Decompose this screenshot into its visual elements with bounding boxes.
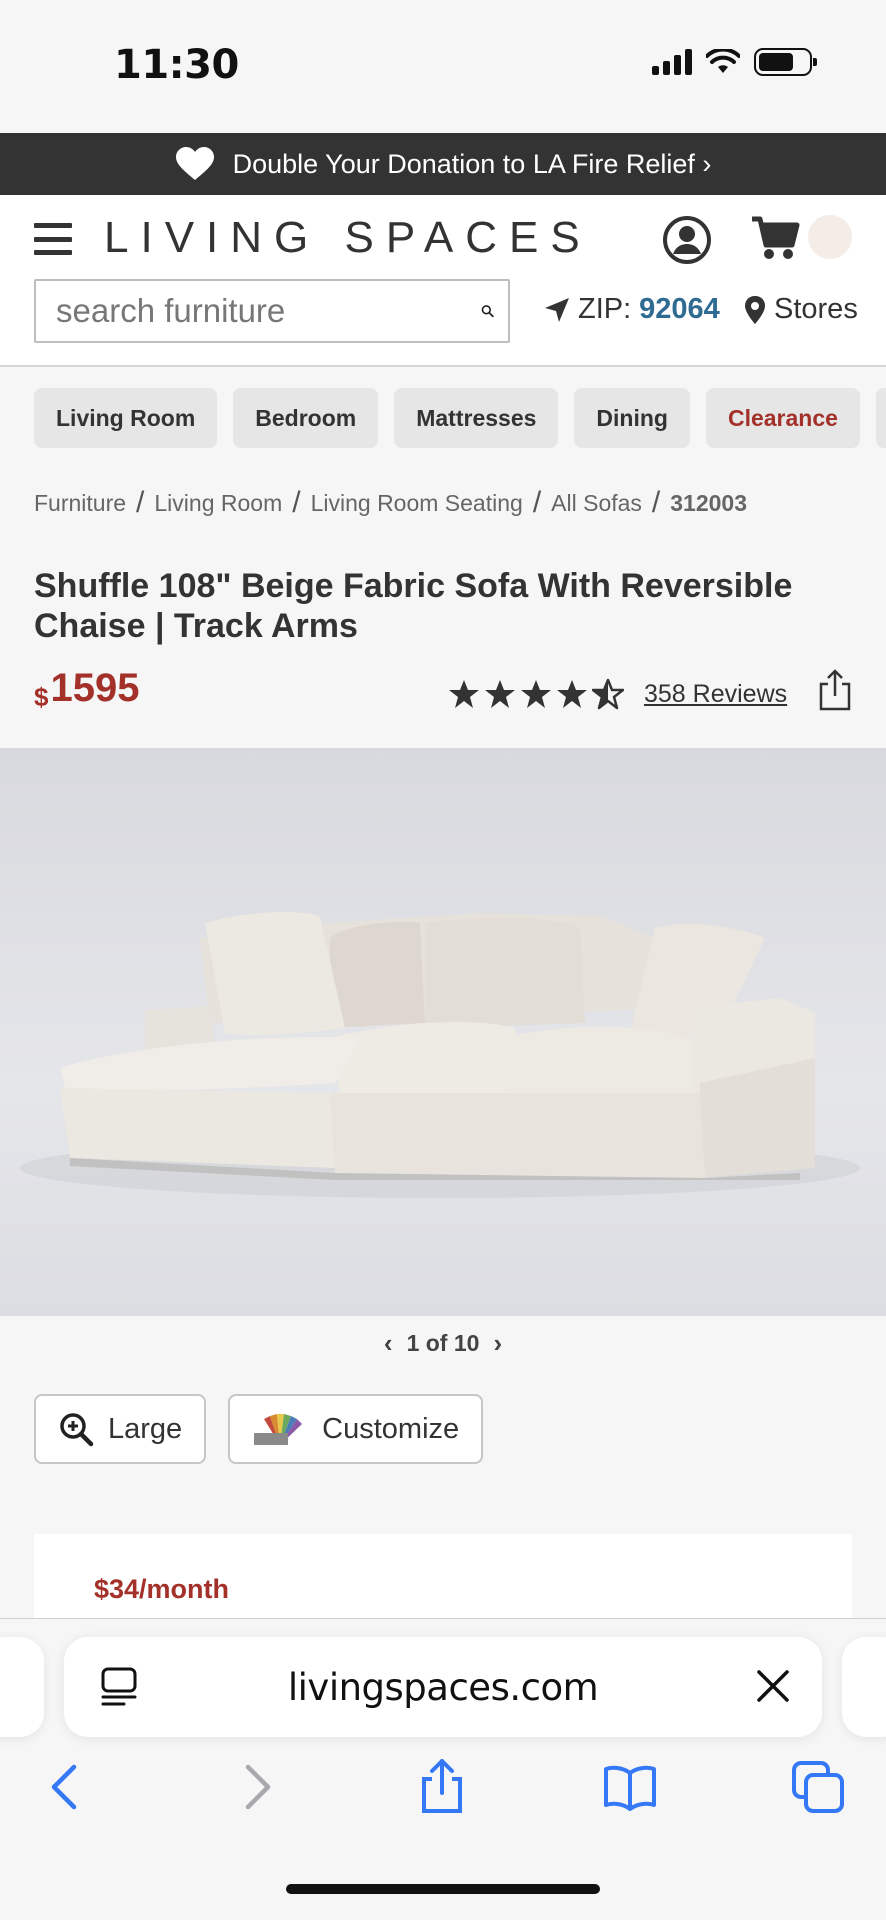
customize-button[interactable]: Customize xyxy=(228,1394,484,1464)
star-half-icon xyxy=(592,678,624,710)
breadcrumb-separator: / xyxy=(532,486,542,519)
sofa-illustration xyxy=(0,748,886,1316)
star-full-icon xyxy=(557,680,587,708)
status-bar: 11:30 xyxy=(0,0,886,133)
page-menu-icon[interactable] xyxy=(100,1667,138,1707)
image-pager-count: 1 of 10 xyxy=(406,1330,480,1356)
breadcrumb-living-room[interactable]: Living Room xyxy=(154,490,282,517)
stores-label[interactable]: Stores xyxy=(774,293,858,326)
promo-banner[interactable]: Double Your Donation to LA Fire Relief › xyxy=(0,133,886,195)
previous-tab-preview[interactable] xyxy=(0,1637,44,1737)
price-currency: $ xyxy=(34,682,49,712)
star-full-icon xyxy=(485,680,515,708)
location-arrow-icon xyxy=(545,297,569,322)
browser-bottom-bar: livingspaces.com xyxy=(0,1618,886,1920)
price-amount: 1595 xyxy=(50,666,140,710)
product-rating[interactable]: 358 Reviews xyxy=(448,678,787,710)
share-icon[interactable] xyxy=(818,668,852,712)
back-icon[interactable] xyxy=(38,1759,94,1815)
star-full-icon xyxy=(521,680,551,708)
site-logo[interactable]: LIVING SPACES xyxy=(104,213,592,263)
image-tools: Large Customize xyxy=(34,1394,484,1464)
wifi-icon xyxy=(706,49,740,73)
promo-text[interactable]: Double Your Donation to LA Fire Relief › xyxy=(233,149,712,180)
cart-icon[interactable] xyxy=(750,213,800,261)
breadcrumb-all-sofas[interactable]: All Sofas xyxy=(551,490,642,517)
product-price: $ 1595 xyxy=(34,666,139,713)
category-clearance[interactable]: Clearance xyxy=(705,388,860,448)
browser-toolbar xyxy=(0,1759,886,1859)
chevron-right-icon[interactable]: › xyxy=(493,1328,502,1359)
breadcrumb-separator: / xyxy=(292,486,301,519)
monthly-payment: $34/month xyxy=(94,1574,230,1604)
tabs-icon[interactable] xyxy=(790,1759,846,1815)
site-header: LIVING SPACES ZIP: 92064 Stores xyxy=(0,195,886,367)
zip-label: ZIP: xyxy=(578,293,632,325)
search-icon[interactable] xyxy=(481,289,494,333)
url-text[interactable]: livingspaces.com xyxy=(288,1666,599,1709)
search-bar xyxy=(34,279,510,343)
breadcrumb-separator: / xyxy=(651,486,661,519)
zoom-in-icon xyxy=(60,1413,94,1447)
breadcrumb-living-room-seating[interactable]: Living Room Seating xyxy=(311,490,523,517)
category-home[interactable]: Ho xyxy=(875,388,886,448)
status-time: 11:30 xyxy=(114,42,239,88)
share-sheet-icon[interactable] xyxy=(414,1759,470,1815)
category-nav: Living Room Bedroom Mattresses Dining Cl… xyxy=(34,388,886,448)
large-view-button[interactable]: Large xyxy=(34,1394,207,1464)
category-living-room[interactable]: Living Room xyxy=(34,388,218,448)
image-pager: ‹ 1 of 10 › xyxy=(0,1328,886,1359)
menu-icon[interactable] xyxy=(34,223,72,255)
breadcrumb: Furniture / Living Room / Living Room Se… xyxy=(34,486,747,520)
home-indicator xyxy=(286,1884,600,1894)
battery-icon xyxy=(754,48,817,76)
stores-link[interactable]: Stores xyxy=(744,293,858,326)
address-bar[interactable]: livingspaces.com xyxy=(64,1637,822,1737)
breadcrumb-furniture[interactable]: Furniture xyxy=(34,490,126,517)
star-full-icon xyxy=(449,680,479,708)
search-input[interactable] xyxy=(36,292,481,330)
status-icons xyxy=(652,48,817,76)
reviews-link[interactable]: 358 Reviews xyxy=(644,680,787,709)
forward-icon[interactable] xyxy=(228,1759,284,1815)
cellular-signal-icon xyxy=(652,49,692,75)
category-dining[interactable]: Dining xyxy=(574,388,690,448)
product-image[interactable] xyxy=(0,748,886,1316)
next-tab-preview[interactable] xyxy=(842,1637,886,1737)
heart-icon xyxy=(175,147,214,180)
bookmarks-icon[interactable] xyxy=(602,1759,658,1815)
breadcrumb-separator: / xyxy=(136,486,145,519)
customize-label: Customize xyxy=(322,1412,460,1445)
large-label: Large xyxy=(108,1412,183,1445)
fabric-swatch-icon xyxy=(254,1414,303,1445)
close-icon[interactable] xyxy=(754,1667,792,1705)
map-pin-icon xyxy=(745,295,765,324)
zip-selector[interactable]: ZIP: 92064 xyxy=(544,293,720,326)
category-bedroom[interactable]: Bedroom xyxy=(233,388,379,448)
product-title: Shuffle 108" Beige Fabric Sofa With Reve… xyxy=(34,567,793,645)
account-icon[interactable] xyxy=(662,215,712,265)
cart-badge xyxy=(808,215,852,259)
category-mattresses[interactable]: Mattresses xyxy=(394,388,559,448)
chevron-left-icon[interactable]: ‹ xyxy=(384,1328,393,1359)
zip-code[interactable]: 92064 xyxy=(639,293,720,326)
breadcrumb-current: 312003 xyxy=(670,489,748,516)
